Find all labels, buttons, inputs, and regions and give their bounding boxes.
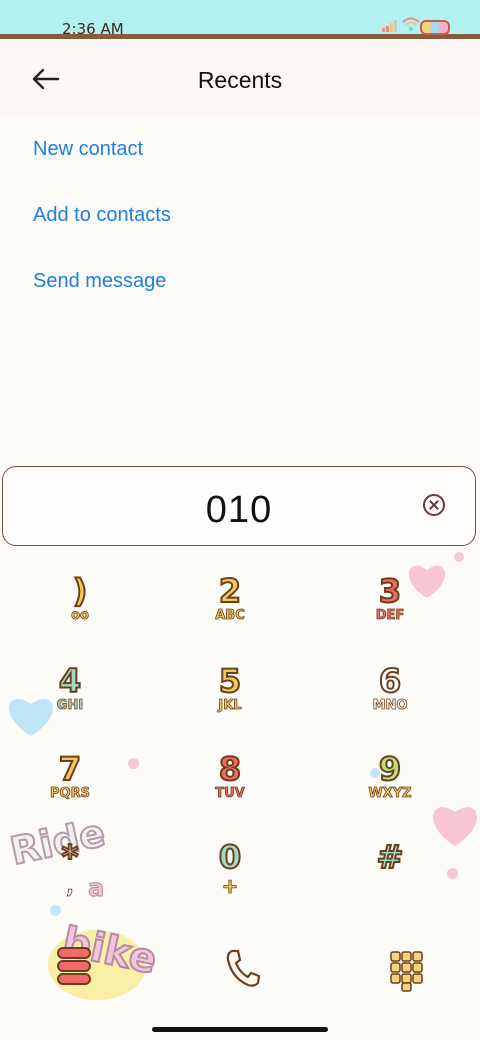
add-to-contacts-link[interactable]: Add to contacts bbox=[33, 204, 171, 227]
key-5[interactable]: 5 JKL bbox=[150, 660, 310, 746]
key-letters: GHI bbox=[56, 698, 84, 714]
key-digit: 8 bbox=[218, 749, 242, 789]
key-8[interactable]: 8 TUV bbox=[150, 748, 310, 834]
call-icon[interactable] bbox=[224, 948, 260, 988]
status-bar: 2:36 AM bbox=[0, 0, 480, 39]
key-4[interactable]: 4 GHI bbox=[0, 660, 150, 746]
key-6[interactable]: 6 MNO bbox=[310, 660, 470, 746]
key-hash[interactable]: # bbox=[310, 836, 470, 922]
key-1[interactable]: ) oo bbox=[0, 570, 160, 656]
key-digit: 9 bbox=[378, 749, 402, 789]
dialed-number: 010 bbox=[205, 489, 273, 531]
key-letters: ABC bbox=[215, 608, 245, 624]
wifi-icon bbox=[402, 17, 420, 31]
key-digit: 6 bbox=[378, 661, 402, 701]
voicemail-icon: oo bbox=[71, 608, 90, 624]
key-star[interactable]: * , bbox=[0, 836, 150, 922]
clear-number-icon[interactable] bbox=[423, 494, 445, 516]
key-0[interactable]: 0 + bbox=[150, 836, 310, 922]
battery-icon bbox=[420, 20, 450, 35]
pink-dot-decoration bbox=[454, 552, 464, 562]
key-digit: 4 bbox=[58, 661, 82, 701]
key-letters: , bbox=[66, 874, 74, 899]
new-contact-link[interactable]: New contact bbox=[33, 138, 143, 161]
key-letters: MNO bbox=[372, 698, 408, 714]
gesture-navigation-bar[interactable] bbox=[152, 1027, 328, 1032]
signal-icon bbox=[382, 20, 397, 32]
key-letters: TUV bbox=[215, 786, 245, 802]
key-letters: PQRS bbox=[50, 786, 91, 802]
key-7[interactable]: 7 PQRS bbox=[0, 748, 150, 834]
app-header: Recents bbox=[0, 39, 480, 116]
dialpad-toggle-icon[interactable] bbox=[389, 950, 425, 992]
send-message-link[interactable]: Send message bbox=[33, 270, 166, 293]
key-digit: * bbox=[61, 837, 80, 877]
key-digit: 5 bbox=[218, 661, 242, 701]
key-3[interactable]: 3 DEF bbox=[310, 570, 470, 656]
number-display: 010 bbox=[2, 466, 476, 546]
page-title: Recents bbox=[197, 67, 283, 93]
key-letters: DEF bbox=[375, 608, 405, 624]
key-letters: WXYZ bbox=[368, 786, 412, 802]
menu-icon[interactable] bbox=[56, 946, 92, 986]
key-letters: JKL bbox=[218, 698, 242, 714]
status-time: 2:36 AM bbox=[62, 20, 124, 38]
key-digit: 0 bbox=[218, 837, 242, 877]
key-digit: 7 bbox=[58, 749, 82, 789]
key-digit: 3 bbox=[378, 571, 402, 611]
key-digit: 2 bbox=[218, 571, 242, 611]
key-2[interactable]: 2 ABC bbox=[150, 570, 310, 656]
key-9[interactable]: 9 WXYZ bbox=[310, 748, 470, 834]
key-digit: # bbox=[376, 837, 405, 877]
key-letters: + bbox=[221, 874, 239, 899]
key-digit: ) bbox=[72, 571, 89, 611]
